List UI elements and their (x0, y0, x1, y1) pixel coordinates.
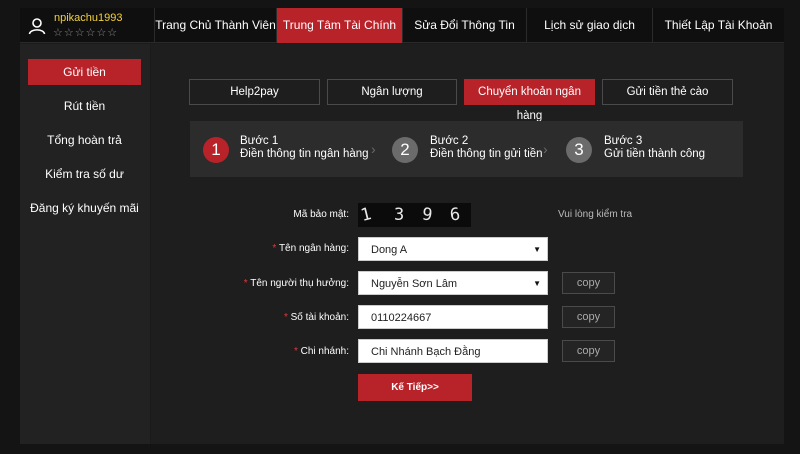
tab-card-deposit[interactable]: Gửi tiền thẻ cào (602, 79, 733, 105)
copy-branch-button[interactable]: copy (562, 340, 615, 362)
captcha-char: 3 (394, 205, 405, 225)
next-button[interactable]: Kế Tiếp>> (358, 374, 472, 401)
captcha-hint: Vui lòng kiểm tra (558, 209, 633, 220)
top-navigation: npikachu1993 ☆☆☆☆☆☆ Trang Chủ Thành Viên… (20, 8, 784, 43)
username: npikachu1993 (54, 12, 123, 24)
chevron-right-icon: › (371, 141, 376, 157)
dropdown-arrow-icon: ▼ (533, 279, 541, 288)
tab-bank-transfer[interactable]: Chuyển khoản ngân hàng (464, 79, 595, 122)
account-number-label: * Số tài khoản: (283, 312, 349, 323)
user-info: npikachu1993 ☆☆☆☆☆☆ (20, 8, 154, 43)
step-1-title: Bước 1 (240, 135, 279, 147)
beneficiary-label: * Tên người thụ hưởng: (243, 278, 349, 289)
sidebar: Gửi tiền Rút tiền Tổng hoàn trả Kiểm tra… (20, 44, 150, 444)
user-icon (28, 18, 46, 35)
step-2-number: 2 (392, 137, 418, 163)
nav-transaction-history[interactable]: Lịch sử giao dịch (526, 8, 652, 43)
nav-member-home[interactable]: Trang Chủ Thành Viên (154, 8, 276, 43)
nav-account-settings[interactable]: Thiết Lập Tài Khoản (652, 8, 784, 43)
captcha-label: Mã bảo mật: (293, 209, 349, 220)
dropdown-arrow-icon: ▼ (533, 245, 541, 254)
step-3-title: Bước 3 (604, 135, 643, 147)
branch-field[interactable]: Chi Nhánh Bạch Đằng (358, 339, 548, 363)
tab-help2pay[interactable]: Help2pay (189, 79, 320, 105)
copy-beneficiary-button[interactable]: copy (562, 272, 615, 294)
step-progress: 1 Bước 1 Điền thông tin ngân hàng › 2 Bư… (190, 121, 743, 177)
branch-label: * Chi nhánh: (293, 346, 349, 357)
beneficiary-select[interactable]: Nguyễn Sơn Lâm ▼ (358, 271, 548, 295)
sidebar-item-promotion[interactable]: Đăng ký khuyến mãi (28, 195, 141, 221)
sidebar-item-check-balance[interactable]: Kiểm tra số dư (28, 161, 141, 187)
captcha-char: 1 (358, 204, 374, 226)
bank-name-label: * Tên ngân hàng: (272, 243, 349, 254)
step-1-number: 1 (203, 137, 229, 163)
sidebar-item-withdraw[interactable]: Rút tiền (28, 93, 141, 119)
sidebar-item-total-rebate[interactable]: Tổng hoàn trả (28, 127, 141, 153)
step-1-desc: Điền thông tin ngân hàng (240, 148, 369, 160)
bank-name-select[interactable]: Dong A ▼ (358, 237, 548, 261)
captcha-char: 9 (420, 204, 434, 226)
copy-account-button[interactable]: copy (562, 306, 615, 328)
step-3-desc: Gửi tiền thành công (604, 148, 706, 160)
rating-stars: ☆☆☆☆☆☆ (53, 27, 119, 39)
beneficiary-value: Nguyễn Sơn Lâm (371, 278, 458, 290)
chevron-right-icon: › (543, 141, 548, 157)
step-2-title: Bước 2 (430, 135, 469, 147)
captcha-char: 6 (448, 204, 462, 226)
captcha-image: 1 3 9 6 (358, 203, 471, 227)
tab-ngan-luong[interactable]: Ngân lượng (327, 79, 457, 105)
sidebar-item-deposit[interactable]: Gửi tiền (28, 59, 141, 85)
nav-edit-info[interactable]: Sửa Đổi Thông Tin (402, 8, 526, 43)
step-3-number: 3 (566, 137, 592, 163)
step-2-desc: Điền thông tin gửi tiền (430, 148, 543, 160)
nav-finance-center[interactable]: Trung Tâm Tài Chính (276, 8, 402, 43)
bank-name-value: Dong A (371, 244, 408, 256)
account-number-field[interactable]: 0110224667 (358, 305, 548, 329)
